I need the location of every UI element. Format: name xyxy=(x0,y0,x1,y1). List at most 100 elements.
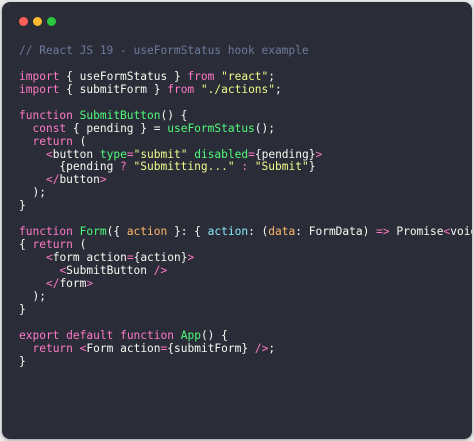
code-token: action xyxy=(120,341,161,355)
code-token: // React JS 19 - useFormStatus hook exam… xyxy=(19,44,309,57)
code-token: () { xyxy=(200,328,228,342)
code-line: import { submitForm } from "./actions"; xyxy=(19,82,464,97)
code-token: = xyxy=(248,147,255,161)
code-token: } xyxy=(167,69,188,83)
code-token: } xyxy=(147,82,168,96)
code-token: {submitForm} xyxy=(167,341,249,355)
code-token: ; xyxy=(268,341,276,355)
code-token: button xyxy=(59,173,100,187)
code-token: SubmitButton xyxy=(66,263,147,277)
code-token: (); xyxy=(254,121,276,135)
code-token: /> xyxy=(153,263,168,277)
code-token: /> xyxy=(254,341,269,355)
code-line: // React JS 19 - useFormStatus hook exam… xyxy=(19,44,464,58)
code-token: ( xyxy=(72,238,87,252)
code-token: {pending} xyxy=(254,147,316,161)
code-token: Promise xyxy=(396,225,444,239)
code-token: function xyxy=(120,328,174,342)
code-token: action xyxy=(86,251,127,264)
code-window: // React JS 19 - useFormStatus hook exam… xyxy=(2,2,472,439)
code-token: () { xyxy=(160,108,188,122)
code-token: ({ xyxy=(106,225,127,239)
close-button[interactable] xyxy=(19,17,28,26)
code-token: ) xyxy=(362,225,377,239)
code-token: ); xyxy=(19,186,46,200)
code-line: return <Form action={submitForm} />; xyxy=(19,341,464,356)
code-token: > xyxy=(315,147,323,161)
window-titlebar xyxy=(2,2,472,36)
code-token: from xyxy=(187,69,215,83)
code-line: ); xyxy=(19,289,464,304)
code-token: default xyxy=(66,328,114,342)
code-token: data xyxy=(268,225,296,239)
code-token: action xyxy=(207,225,249,239)
code-token: ); xyxy=(19,289,46,303)
code-token: FormData xyxy=(308,225,363,239)
code-token: useFormStatus xyxy=(79,69,168,83)
code-token: > xyxy=(86,276,94,290)
code-token: </ xyxy=(45,276,60,290)
code-token: { xyxy=(19,238,33,252)
code-token: = xyxy=(126,147,134,161)
code-token: return xyxy=(32,238,73,252)
code-token: return xyxy=(32,341,73,355)
code-token: { xyxy=(59,82,80,96)
minimize-button[interactable] xyxy=(33,17,42,26)
code-token: "react" xyxy=(221,69,269,83)
code-token: disabled xyxy=(194,147,249,161)
code-token: { xyxy=(66,121,87,135)
code-token: } = xyxy=(133,121,168,135)
code-token: Form xyxy=(79,225,107,239)
code-token: SubmitButton xyxy=(79,108,161,122)
code-token: } xyxy=(308,160,316,174)
code-token: ? xyxy=(113,160,134,174)
code-line: ); xyxy=(19,186,464,200)
code-token: from xyxy=(167,82,195,96)
code-token: > xyxy=(187,251,195,264)
code-token: type xyxy=(99,147,127,161)
code-token: void xyxy=(450,225,472,239)
code-line: } xyxy=(19,199,464,213)
code-block[interactable]: // React JS 19 - useFormStatus hook exam… xyxy=(19,44,472,369)
code-token: }: { xyxy=(167,225,208,239)
code-token: {action} xyxy=(133,251,188,264)
code-token: { xyxy=(19,160,67,174)
code-token: => xyxy=(376,225,390,239)
code-token: : xyxy=(234,160,255,174)
code-token: ; xyxy=(275,82,282,96)
code-token: App xyxy=(180,328,201,342)
code-token: } xyxy=(19,354,26,368)
code-token: < xyxy=(45,147,53,161)
code-token: useFormStatus xyxy=(167,121,255,135)
code-token: form xyxy=(52,251,80,264)
code-token: return xyxy=(32,134,73,148)
code-line: </form> xyxy=(19,276,464,291)
code-line: } xyxy=(19,302,464,317)
code-token: "Submit" xyxy=(254,160,309,174)
code-token: export xyxy=(19,328,60,342)
code-token: { xyxy=(59,69,80,83)
code-token: } xyxy=(19,302,26,316)
code-token: Form xyxy=(86,341,114,355)
code-line: } xyxy=(19,354,464,369)
code-token: "submit" xyxy=(133,147,188,161)
code-token: = xyxy=(126,251,134,264)
zoom-button[interactable] xyxy=(47,17,56,26)
code-token: function xyxy=(19,108,73,122)
code-token: < xyxy=(45,251,53,264)
code-token: > xyxy=(99,173,107,187)
